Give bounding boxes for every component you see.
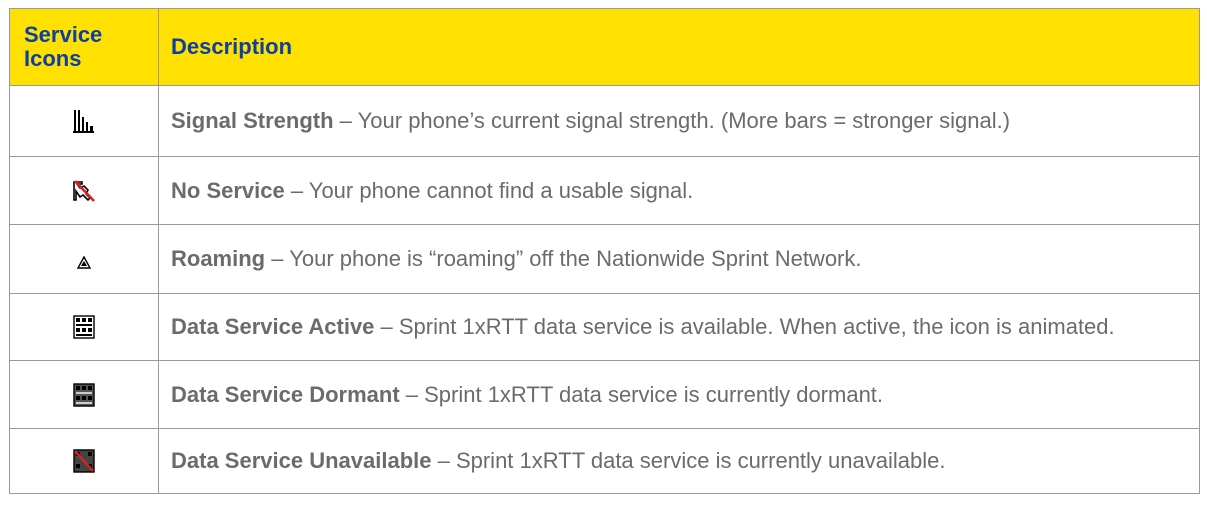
icon-cell [9,360,159,429]
description-text: – Your phone’s current signal strength. … [333,108,1011,133]
icon-cell [9,85,159,157]
icon-cell [9,224,159,294]
description-cell: Roaming – Your phone is “roaming” off th… [158,224,1200,294]
term-label: Data Service Dormant [171,381,400,407]
description-cell: Data Service Unavailable – Sprint 1xRTT … [158,428,1200,494]
header-description: Description [158,8,1200,86]
table-row: Data Service Active – Sprint 1xRTT data … [9,293,1200,361]
table-row: Roaming – Your phone is “roaming” off th… [9,224,1200,294]
description-text: – Sprint 1xRTT data service is currently… [431,448,946,473]
table-row: Data Service Unavailable – Sprint 1xRTT … [9,428,1200,494]
data-service-unavailable-icon [72,449,96,473]
roaming-icon [77,254,91,271]
description-text: – Sprint 1xRTT data service is currently… [399,381,884,407]
no-service-icon [71,179,97,202]
description-cell: Signal Strength – Your phone’s current s… [158,85,1200,157]
data-service-dormant-icon [72,382,96,407]
description-cell: No Service – Your phone cannot find a us… [158,156,1200,225]
term-label: Signal Strength [171,108,334,133]
description-cell: Data Service Active – Sprint 1xRTT data … [158,293,1200,361]
table-row: No Service – Your phone cannot find a us… [9,156,1200,225]
table-row: Signal Strength – Your phone’s current s… [9,85,1200,157]
table-row: Data Service Dormant – Sprint 1xRTT data… [9,360,1200,429]
term-label: Data Service Unavailable [171,448,432,473]
table-header-row: Service Icons Description [9,8,1200,86]
data-service-active-icon [72,315,96,339]
description-text: – Your phone is “roaming” off the Nation… [265,246,862,271]
signal-strength-icon [73,110,95,133]
description-cell: Data Service Dormant – Sprint 1xRTT data… [158,360,1200,429]
service-icons-table: Service Icons Description Signal Strengt… [9,8,1200,494]
icon-cell [9,428,159,494]
description-text: – Sprint 1xRTT data service is available… [374,314,1115,339]
term-label: Data Service Active [171,314,375,339]
description-text: – Your phone cannot find a usable signal… [284,177,694,203]
term-label: No Service [171,177,285,203]
icon-cell [9,293,159,361]
header-service-icons: Service Icons [9,8,159,86]
icon-cell [9,156,159,225]
document-page: Service Icons Description Signal Strengt… [0,0,1207,525]
term-label: Roaming [171,246,266,271]
